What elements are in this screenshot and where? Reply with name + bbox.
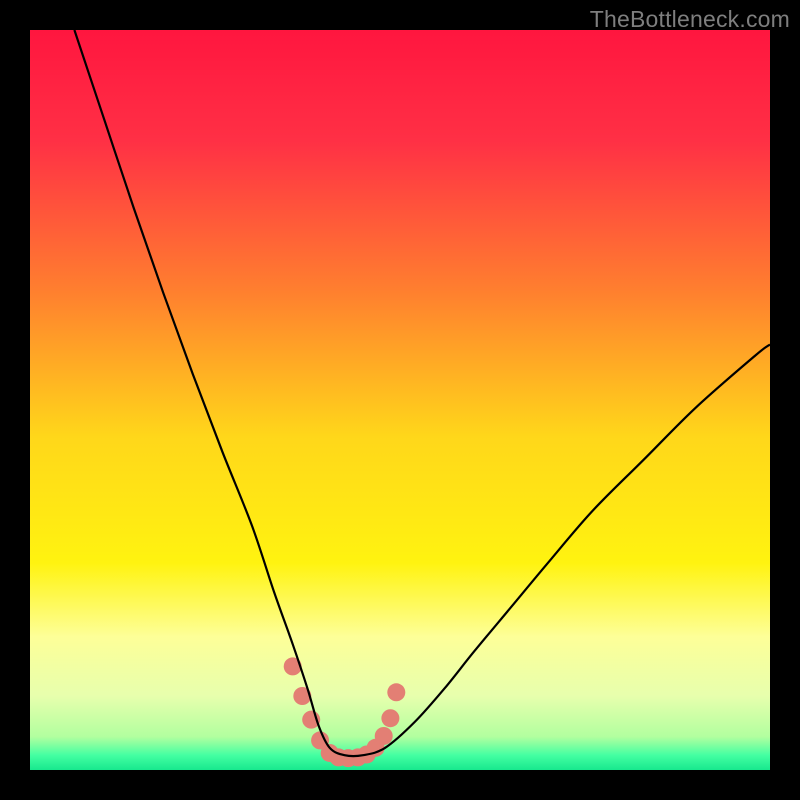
valley-marker-dot bbox=[387, 683, 405, 701]
watermark-text: TheBottleneck.com bbox=[590, 6, 790, 33]
chart-frame: TheBottleneck.com bbox=[0, 0, 800, 800]
bottleneck-chart bbox=[30, 30, 770, 770]
gradient-background bbox=[30, 30, 770, 770]
valley-marker-dot bbox=[375, 727, 393, 745]
plot-area bbox=[30, 30, 770, 770]
valley-marker-dot bbox=[381, 709, 399, 727]
